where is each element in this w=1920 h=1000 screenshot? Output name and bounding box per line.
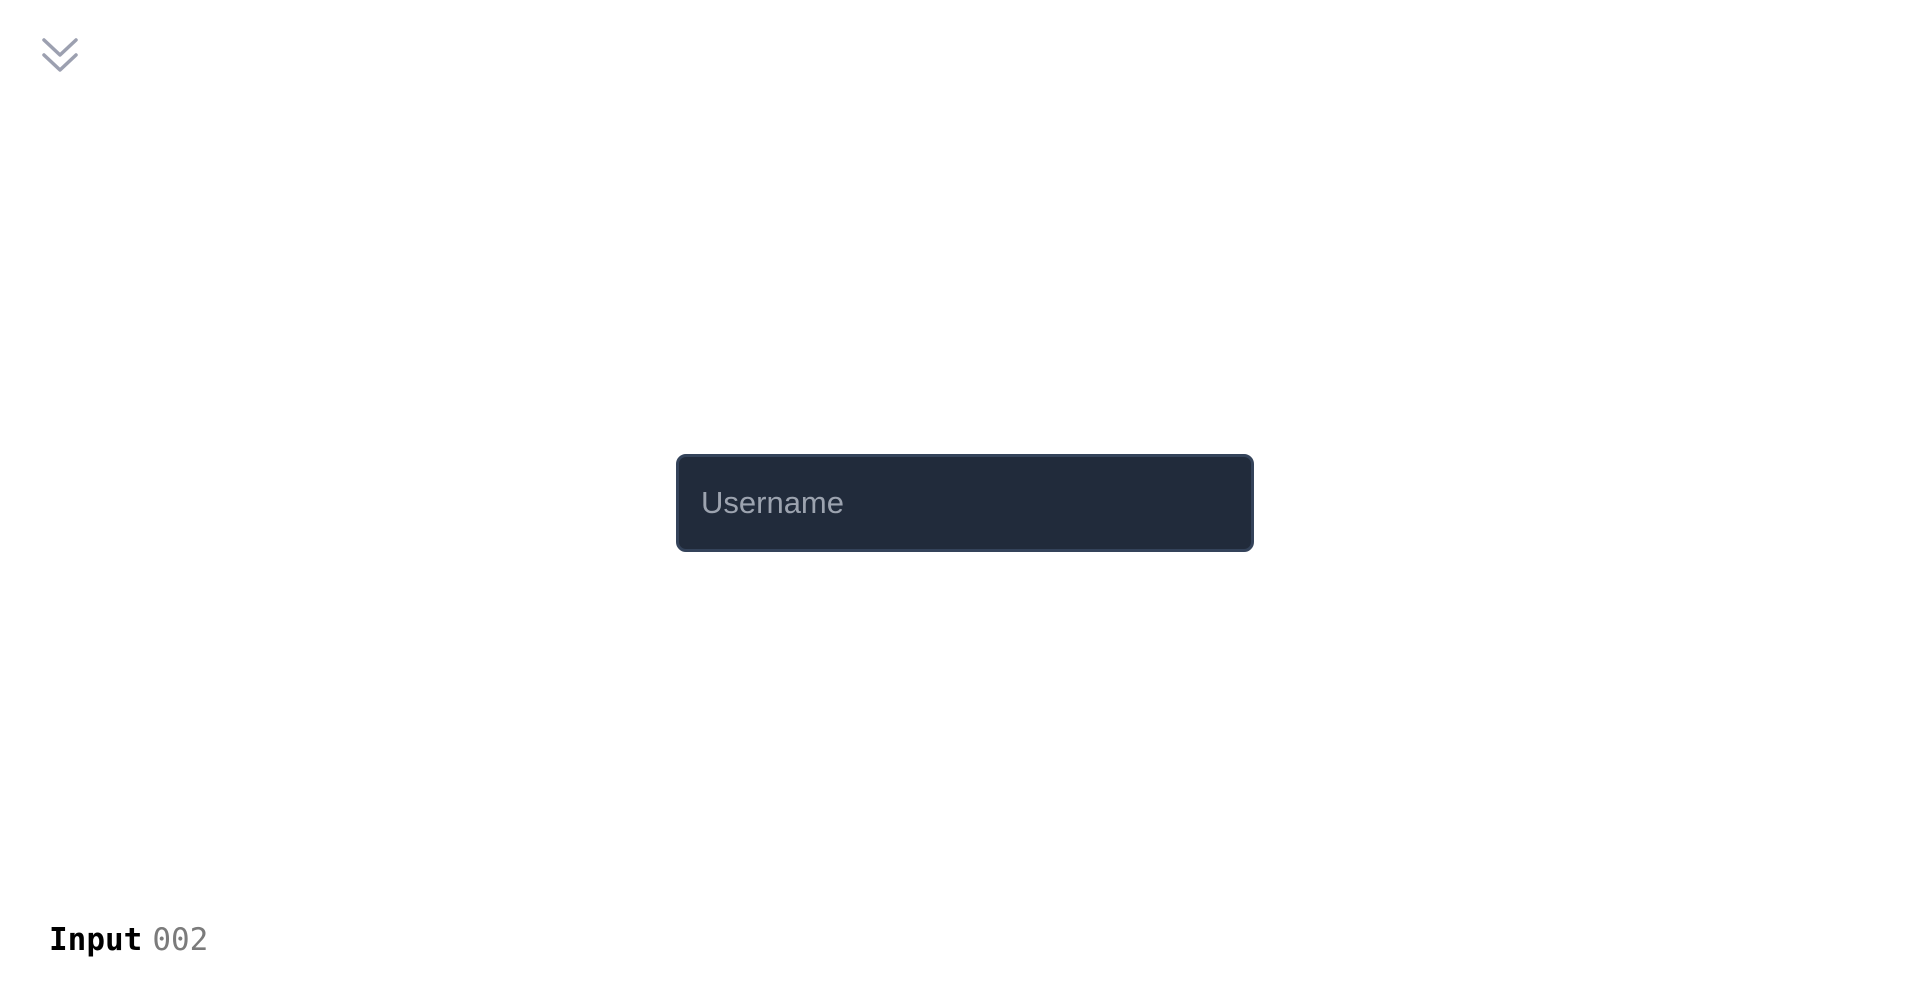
component-number: 002 bbox=[152, 922, 209, 958]
username-field-container bbox=[676, 454, 1254, 552]
chevrons-down-icon[interactable] bbox=[40, 36, 80, 76]
username-input[interactable] bbox=[679, 457, 1251, 549]
chevrons-down-icon-svg bbox=[42, 38, 78, 72]
component-title: Input bbox=[49, 922, 143, 958]
component-caption: Input 002 bbox=[49, 922, 208, 958]
